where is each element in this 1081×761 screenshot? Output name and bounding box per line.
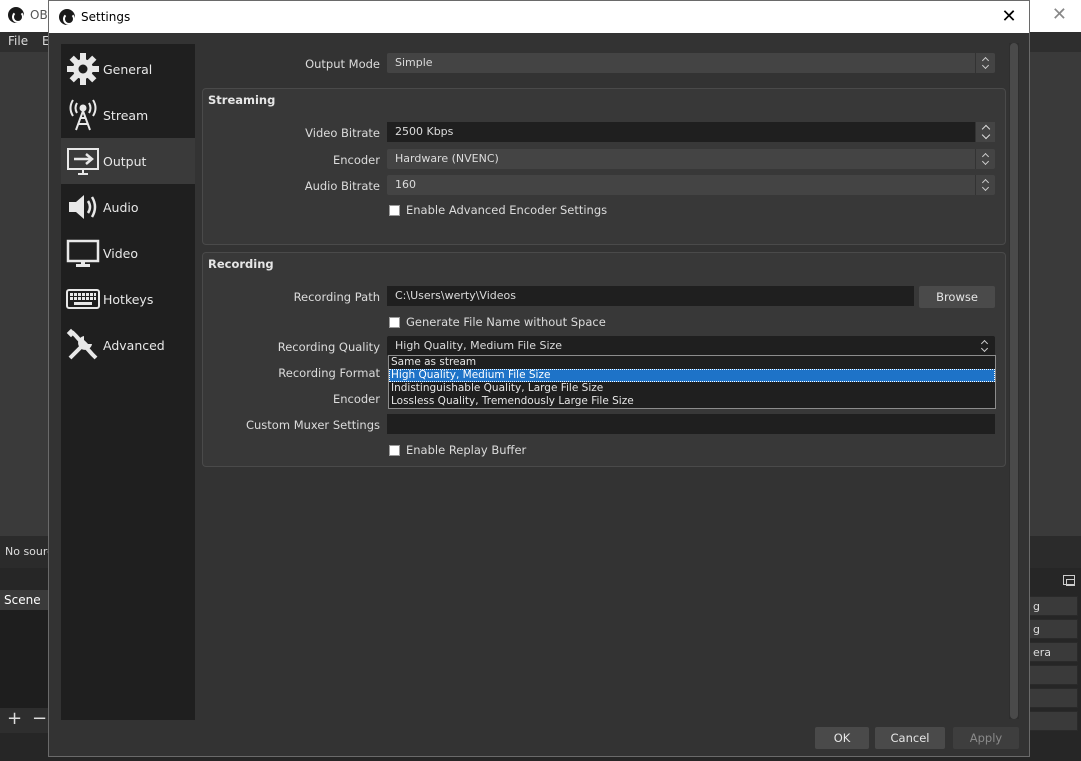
settings-dialog: Settings ✕ Gen	[48, 0, 1030, 757]
audio-bitrate-label: Audio Bitrate	[200, 179, 380, 193]
settings-titlebar: Settings ✕	[49, 1, 1029, 33]
chevron-updown-icon	[975, 149, 995, 169]
tools-icon	[63, 325, 103, 365]
dropdown-option[interactable]: Lossless Quality, Tremendously Large Fil…	[389, 395, 995, 408]
scene-dock-header: Scene	[0, 590, 50, 610]
output-mode-label: Output Mode	[200, 57, 380, 71]
spin-down-icon[interactable]	[979, 132, 993, 141]
recording-quality-select[interactable]: High Quality, Medium File Size	[387, 336, 995, 356]
chevron-updown-icon	[975, 336, 995, 356]
sidebar-item-label: Output	[103, 154, 146, 169]
streaming-group-title: Streaming	[208, 93, 275, 107]
sidebar-item-label: Advanced	[103, 338, 165, 353]
recording-path-label: Recording Path	[200, 290, 380, 304]
filename-no-space-label: Generate File Name without Space	[406, 315, 606, 329]
recording-encoder-label: Encoder	[200, 392, 380, 406]
stream-encoder-value: Hardware (NVENC)	[395, 152, 499, 165]
sidebar-item-label: Video	[103, 246, 138, 261]
chevron-updown-icon	[975, 175, 995, 195]
sidebar-item-video[interactable]: Video	[61, 230, 195, 276]
controls-dock-button[interactable]	[1028, 665, 1078, 685]
advanced-encoder-label: Enable Advanced Encoder Settings	[406, 203, 607, 217]
recording-path-value: C:\Users\werty\Videos	[395, 289, 516, 302]
close-icon[interactable]: ✕	[995, 3, 1023, 31]
filename-no-space-checkbox[interactable]: Generate File Name without Space	[389, 315, 606, 329]
video-bitrate-label: Video Bitrate	[200, 126, 380, 140]
speaker-icon	[63, 187, 103, 227]
sidebar-item-output[interactable]: Output	[61, 138, 195, 184]
remove-scene-button[interactable]: −	[32, 708, 47, 729]
obs-logo-icon	[59, 9, 75, 25]
spin-arrows	[975, 122, 995, 142]
output-mode-value: Simple	[395, 56, 433, 69]
sidebar-item-label: Hotkeys	[103, 292, 153, 307]
ok-button[interactable]: OK	[815, 727, 869, 749]
advanced-encoder-checkbox[interactable]: Enable Advanced Encoder Settings	[389, 203, 607, 217]
cancel-button[interactable]: Cancel	[875, 727, 945, 749]
recording-path-input[interactable]: C:\Users\werty\Videos	[387, 286, 914, 306]
sidebar-item-hotkeys[interactable]: Hotkeys	[61, 276, 195, 322]
replay-buffer-label: Enable Replay Buffer	[406, 443, 526, 457]
output-mode-select[interactable]: Simple	[387, 53, 995, 73]
dropdown-option-selected[interactable]: High Quality, Medium File Size	[389, 369, 995, 382]
browse-button[interactable]: Browse	[919, 286, 995, 308]
stream-encoder-label: Encoder	[200, 153, 380, 167]
scene-list[interactable]	[0, 610, 50, 710]
keyboard-icon	[63, 279, 103, 319]
recording-quality-value: High Quality, Medium File Size	[395, 339, 562, 352]
sidebar-item-label: Stream	[103, 108, 148, 123]
controls-dock-button[interactable]: era	[1028, 642, 1078, 662]
sidebar-item-audio[interactable]: Audio	[61, 184, 195, 230]
dropdown-option[interactable]: Same as stream	[389, 356, 995, 369]
apply-button[interactable]: Apply	[953, 727, 1019, 749]
sidebar-item-stream[interactable]: Stream	[61, 92, 195, 138]
stream-encoder-select[interactable]: Hardware (NVENC)	[387, 149, 995, 169]
replay-buffer-checkbox[interactable]: Enable Replay Buffer	[389, 443, 526, 457]
antenna-icon	[63, 95, 103, 135]
checkbox-box[interactable]	[389, 317, 400, 328]
add-scene-button[interactable]: +	[7, 708, 22, 729]
settings-title: Settings	[59, 9, 130, 25]
recording-quality-label: Recording Quality	[200, 340, 380, 354]
recording-quality-dropdown: Same as stream High Quality, Medium File…	[388, 355, 996, 409]
scrollbar-thumb[interactable]	[1010, 43, 1018, 719]
video-bitrate-spinbox[interactable]: 2500 Kbps	[387, 122, 995, 142]
gear-icon	[63, 49, 103, 89]
controls-dock-button[interactable]	[1028, 711, 1078, 731]
settings-sidebar: General Stream O	[61, 44, 195, 720]
sidebar-item-advanced[interactable]: Advanced	[61, 322, 195, 368]
scene-toolbar: + −	[0, 708, 50, 733]
dropdown-option[interactable]: Indistinguishable Quality, Large File Si…	[389, 382, 995, 395]
custom-muxer-label: Custom Muxer Settings	[200, 418, 380, 432]
audio-bitrate-select[interactable]: 160	[387, 175, 995, 195]
controls-dock: g g era	[1028, 570, 1081, 740]
checkbox-box[interactable]	[389, 205, 400, 216]
main-close-icon[interactable]: ✕	[1052, 4, 1067, 25]
controls-dock-button[interactable]	[1028, 688, 1078, 708]
obs-logo-icon	[8, 7, 24, 23]
recording-group-title: Recording	[208, 257, 274, 271]
recording-format-label: Recording Format	[200, 366, 380, 380]
checkbox-box[interactable]	[389, 445, 400, 456]
controls-dock-button[interactable]: g	[1028, 619, 1078, 639]
monitor-icon	[63, 233, 103, 273]
no-source-label: No sourc	[5, 545, 53, 558]
sidebar-item-label: Audio	[103, 200, 139, 215]
audio-bitrate-value: 160	[395, 178, 416, 191]
chevron-updown-icon	[975, 53, 995, 73]
sidebar-item-label: General	[103, 62, 152, 77]
custom-muxer-input[interactable]	[387, 414, 995, 434]
video-bitrate-value: 2500 Kbps	[395, 125, 453, 138]
settings-title-text: Settings	[81, 10, 130, 24]
controls-dock-button[interactable]: g	[1028, 596, 1078, 616]
menu-file[interactable]: File	[8, 34, 28, 48]
output-monitor-icon	[63, 141, 103, 181]
settings-scrollbar[interactable]	[1009, 43, 1019, 719]
sidebar-item-general[interactable]: General	[61, 46, 195, 92]
